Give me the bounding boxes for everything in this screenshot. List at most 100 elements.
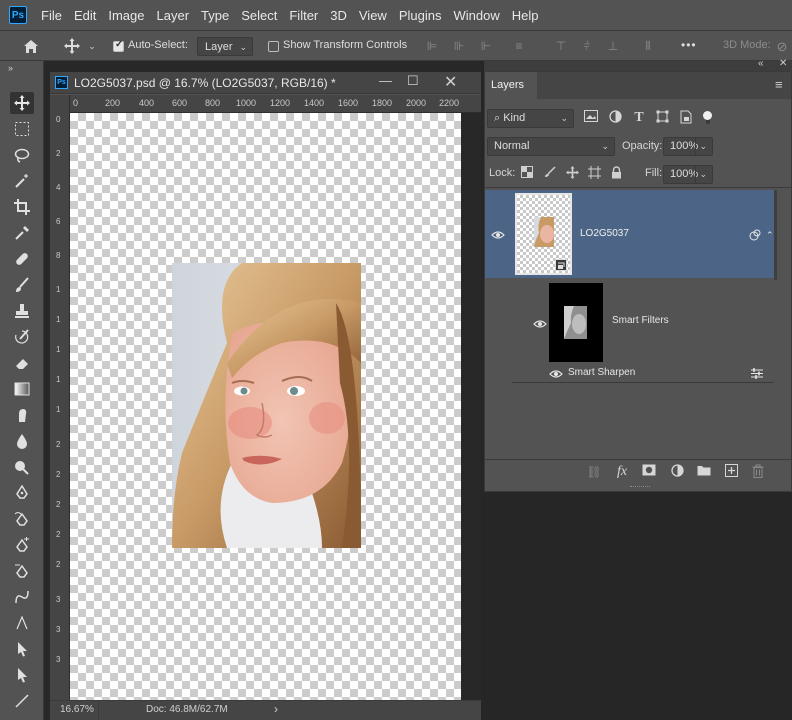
magic-wand-tool-icon[interactable] bbox=[10, 170, 34, 192]
align-left-icon[interactable]: ⊫ bbox=[425, 40, 439, 53]
link-layers-icon[interactable]: ⛓ bbox=[586, 464, 602, 480]
menu-layer[interactable]: Layer bbox=[151, 8, 196, 23]
collapse-effects-icon[interactable]: ⌃ bbox=[766, 230, 774, 241]
smudge-tool-icon[interactable] bbox=[10, 404, 34, 426]
history-brush-tool-icon[interactable] bbox=[10, 326, 34, 348]
zoom-level[interactable]: 16.67% bbox=[60, 704, 94, 715]
new-adjustment-layer-icon[interactable] bbox=[669, 464, 685, 480]
chevron-down-icon[interactable]: ⌄ bbox=[86, 31, 98, 62]
crop-tool-icon[interactable] bbox=[10, 196, 34, 218]
filter-blending-options-icon[interactable] bbox=[750, 368, 764, 379]
menu-help[interactable]: Help bbox=[506, 8, 545, 23]
blend-mode-dropdown[interactable]: Normal ⌄ bbox=[487, 137, 615, 156]
path-selection-tool-icon[interactable] bbox=[10, 638, 34, 660]
maximize-icon[interactable]: ☐ bbox=[407, 73, 419, 89]
distribute-vertical-icon[interactable]: ⫴ bbox=[641, 40, 655, 53]
type-path-tool-icon[interactable] bbox=[10, 612, 34, 634]
more-options-icon[interactable]: ••• bbox=[681, 31, 697, 60]
filter-smart-object-icon[interactable] bbox=[678, 110, 694, 126]
lock-transparent-pixels-icon[interactable] bbox=[520, 166, 534, 180]
eyedropper-tool-icon[interactable] bbox=[10, 222, 34, 244]
close-icon[interactable]: ✕ bbox=[444, 72, 457, 92]
menu-window[interactable]: Window bbox=[447, 8, 505, 23]
portrait-image[interactable] bbox=[172, 263, 361, 548]
scrollbar[interactable] bbox=[774, 190, 777, 280]
vertical-ruler[interactable]: 0 2 4 6 8 1 1 1 1 1 2 2 2 2 2 3 3 3 bbox=[50, 95, 70, 700]
show-transform-checkbox[interactable] bbox=[268, 41, 279, 52]
filter-kind-dropdown[interactable]: ⌕ Kind ⌄ bbox=[487, 109, 574, 128]
layer-name[interactable]: LO2G5037 bbox=[580, 228, 629, 239]
brush-tool-icon[interactable] bbox=[10, 274, 34, 296]
lasso-tool-icon[interactable] bbox=[10, 144, 34, 166]
align-bottom-icon[interactable]: ⊥ bbox=[606, 40, 620, 53]
freeform-pen-tool-icon[interactable] bbox=[10, 508, 34, 530]
eraser-tool-icon[interactable] bbox=[10, 352, 34, 374]
curvature-pen-tool-icon[interactable] bbox=[10, 534, 34, 556]
menu-view[interactable]: View bbox=[353, 8, 393, 23]
status-menu-arrow-icon[interactable]: › bbox=[274, 702, 278, 716]
distribute-icon[interactable]: ≡ bbox=[512, 40, 526, 53]
new-group-folder-icon[interactable] bbox=[696, 464, 712, 480]
expand-panel-icon[interactable]: » bbox=[8, 63, 13, 73]
eye-icon[interactable] bbox=[533, 318, 547, 328]
pen-tool-icon[interactable] bbox=[10, 482, 34, 504]
menu-image[interactable]: Image bbox=[102, 8, 150, 23]
auto-select-checkbox[interactable] bbox=[113, 39, 124, 52]
horizontal-ruler[interactable]: 0 200 400 600 800 1000 1200 1400 1600 18… bbox=[70, 95, 481, 113]
direct-selection-tool-icon[interactable] bbox=[10, 664, 34, 686]
move-tool-icon[interactable] bbox=[10, 92, 34, 114]
eye-icon[interactable] bbox=[491, 229, 505, 239]
filter-type-icon[interactable]: T bbox=[631, 110, 647, 126]
layer-row-lo2g5037[interactable]: LO2G5037 bbox=[485, 190, 774, 278]
minimize-icon[interactable]: — bbox=[379, 73, 392, 88]
lock-image-pixels-icon[interactable] bbox=[543, 166, 557, 180]
menu-type[interactable]: Type bbox=[195, 8, 235, 23]
align-middle-icon[interactable]: ⫩ bbox=[580, 40, 594, 53]
convert-point-tool-icon[interactable] bbox=[10, 586, 34, 608]
eye-icon[interactable] bbox=[549, 368, 563, 378]
menu-select[interactable]: Select bbox=[235, 8, 283, 23]
home-icon[interactable] bbox=[21, 31, 41, 65]
add-mask-icon[interactable] bbox=[641, 464, 657, 480]
filter-pixel-icon[interactable] bbox=[583, 110, 599, 126]
opacity-field[interactable]: 100% ⌄ bbox=[663, 137, 713, 156]
menu-3d[interactable]: 3D bbox=[324, 8, 353, 23]
ruler-label: 1 bbox=[56, 285, 61, 294]
filter-toggle-switch[interactable] bbox=[703, 110, 713, 126]
close-panel-icon[interactable]: ✕ bbox=[779, 58, 787, 69]
marquee-tool-icon[interactable] bbox=[10, 118, 34, 140]
healing-brush-tool-icon[interactable] bbox=[10, 248, 34, 270]
align-top-icon[interactable]: ⊤ bbox=[554, 40, 568, 53]
gradient-tool-icon[interactable] bbox=[10, 378, 34, 400]
line-tool-icon[interactable] bbox=[10, 690, 34, 712]
smart-sharpen-label[interactable]: Smart Sharpen bbox=[568, 367, 635, 378]
collapse-panels-icon[interactable]: « bbox=[758, 58, 764, 69]
blur-tool-icon[interactable] bbox=[10, 430, 34, 452]
menu-file[interactable]: File bbox=[35, 8, 68, 23]
align-center-icon[interactable]: ⊪ bbox=[452, 40, 466, 53]
align-right-icon[interactable]: ⊩ bbox=[479, 40, 493, 53]
filter-adjustment-icon[interactable] bbox=[607, 110, 623, 126]
auto-select-target-dropdown[interactable]: Layer ⌄ bbox=[197, 37, 253, 56]
menu-plugins[interactable]: Plugins bbox=[393, 8, 448, 23]
panel-menu-icon[interactable]: ≡ bbox=[775, 77, 783, 92]
add-anchor-point-tool-icon[interactable] bbox=[10, 560, 34, 582]
dodge-tool-icon[interactable] bbox=[10, 456, 34, 478]
new-layer-icon[interactable] bbox=[723, 464, 739, 480]
filter-shape-icon[interactable] bbox=[654, 110, 670, 126]
fill-field[interactable]: 100% ⌄ bbox=[663, 165, 713, 184]
lock-artboard-icon[interactable] bbox=[587, 166, 601, 180]
delete-layer-icon[interactable] bbox=[750, 464, 766, 480]
lock-all-icon[interactable] bbox=[609, 166, 623, 180]
menu-edit[interactable]: Edit bbox=[68, 8, 102, 23]
smart-filter-indicator-icon[interactable] bbox=[749, 229, 761, 241]
tab-layers[interactable]: Layers bbox=[485, 72, 537, 99]
menu-filter[interactable]: Filter bbox=[283, 8, 324, 23]
move-tool-preset-icon[interactable] bbox=[62, 31, 82, 65]
lock-position-icon[interactable] bbox=[565, 166, 579, 180]
document-tab[interactable]: Ps LO2G5037.psd @ 16.7% (LO2G5037, RGB/1… bbox=[50, 72, 481, 94]
filter-mask-thumbnail[interactable] bbox=[549, 283, 603, 362]
clone-stamp-tool-icon[interactable] bbox=[10, 300, 34, 322]
panel-resize-handle[interactable] bbox=[630, 486, 650, 489]
fx-layer-style-icon[interactable]: fx bbox=[614, 464, 630, 480]
